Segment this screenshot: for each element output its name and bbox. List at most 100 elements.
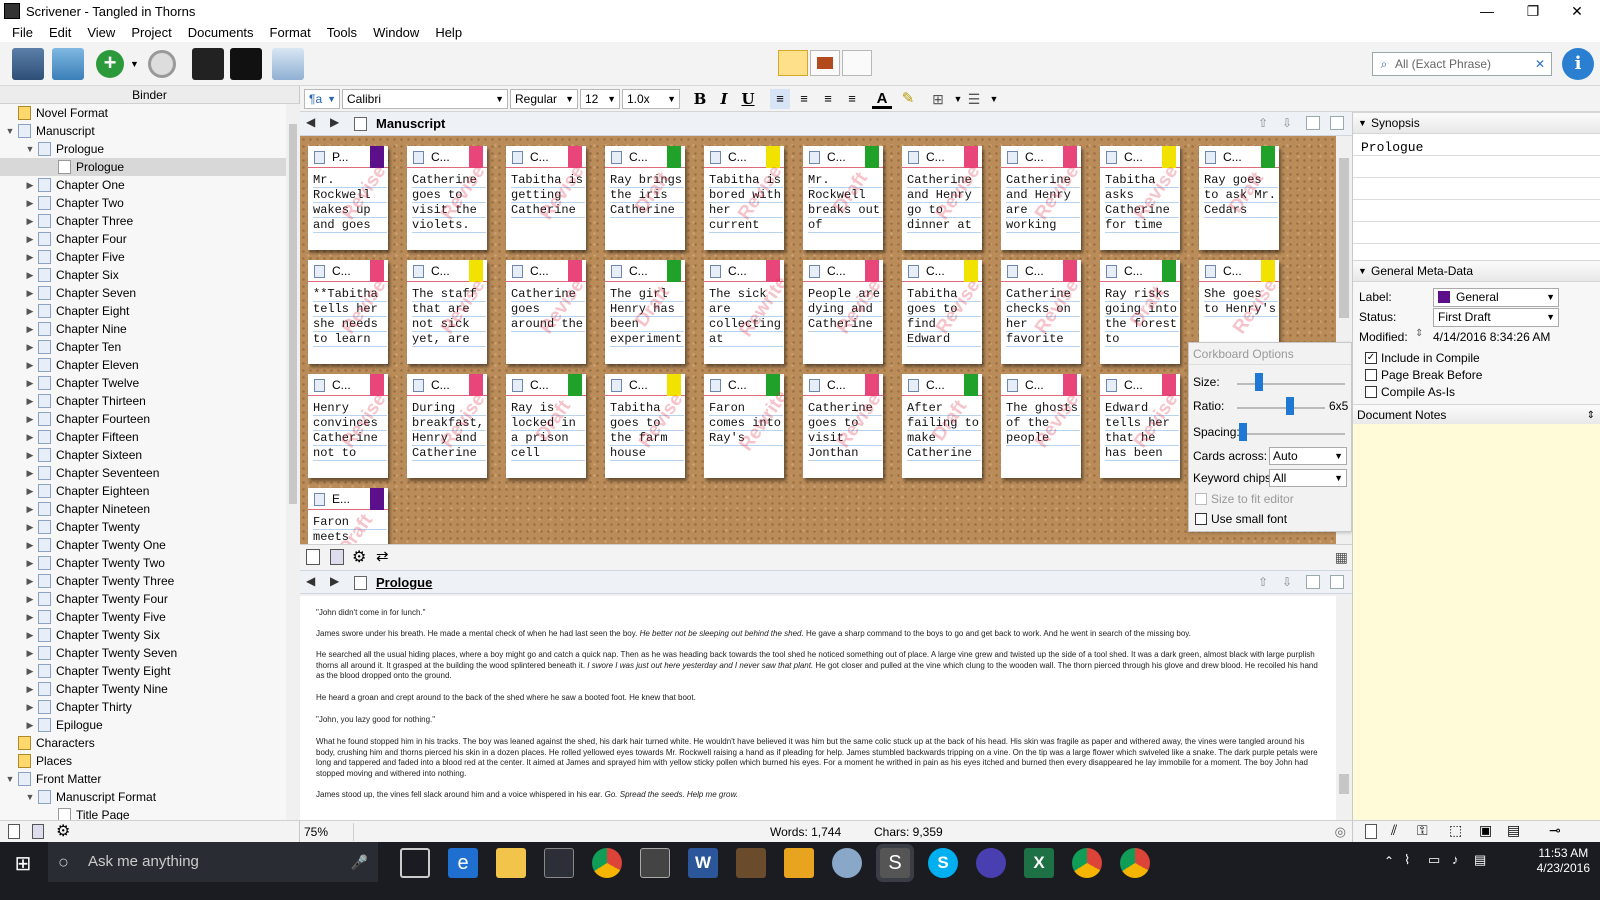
menu-file[interactable]: File	[4, 25, 41, 40]
excel-icon[interactable]: X	[1024, 848, 1054, 878]
skype-icon[interactable]: S	[928, 848, 958, 878]
index-card[interactable]: C... Catherine checks on her favorite Revi…	[1001, 260, 1081, 364]
notes-tab-icon[interactable]	[1365, 824, 1377, 839]
outliner-view-icon[interactable]	[842, 50, 872, 76]
card-title[interactable]: C...	[1124, 264, 1143, 278]
sort-arrows-icon[interactable]: ⇕	[1587, 405, 1595, 426]
collapsed-arrow-icon[interactable]: ▶	[24, 266, 36, 284]
card-title[interactable]: C...	[1025, 264, 1044, 278]
expanded-arrow-icon[interactable]: ▼	[24, 140, 36, 158]
binder-item[interactable]: ▶ Chapter Twenty Five	[0, 608, 286, 626]
cortana-search-box[interactable]: ○ Ask me anything 🎤	[48, 842, 378, 882]
expanded-arrow-icon[interactable]: ▼	[4, 770, 16, 788]
index-card[interactable]: C... The staff that are not sick yet, are…	[407, 260, 487, 364]
upper-editor-title[interactable]: Manuscript	[376, 112, 445, 136]
scrivener-taskbar-icon[interactable]: S	[880, 848, 910, 878]
back-button[interactable]: ◀	[306, 115, 315, 129]
edge-icon[interactable]: e	[448, 848, 478, 878]
collapsed-arrow-icon[interactable]: ▶	[24, 590, 36, 608]
binder-item[interactable]: ▶ Chapter Two	[0, 194, 286, 212]
quick-reference-key-icon[interactable]	[192, 48, 224, 80]
collapsed-arrow-icon[interactable]: ▶	[24, 374, 36, 392]
card-title[interactable]: C...	[332, 264, 351, 278]
binder-item[interactable]: ▶ Chapter Twenty	[0, 518, 286, 536]
store-icon[interactable]	[544, 848, 574, 878]
collapsed-arrow-icon[interactable]: ▶	[24, 482, 36, 500]
font-weight-select[interactable]: Regular ▼	[510, 89, 578, 109]
binder-item[interactable]: ▼ Manuscript Format	[0, 788, 286, 806]
binder-item[interactable]: ▶ Chapter Six	[0, 266, 286, 284]
binder-item[interactable]: ▶ Chapter Thirteen	[0, 392, 286, 410]
lower-editor-title[interactable]: Prologue	[376, 571, 432, 595]
align-left-icon[interactable]: ≡	[770, 89, 790, 109]
corkboard-options-icon[interactable]: ▦	[1335, 549, 1348, 566]
system-clock[interactable]: 11:53 AM 4/23/2016	[1537, 846, 1590, 876]
sort-arrows-icon[interactable]: ⇕	[1415, 328, 1423, 339]
collapsed-arrow-icon[interactable]: ▶	[24, 518, 36, 536]
add-document-icon[interactable]: +	[96, 50, 124, 78]
collapsed-arrow-icon[interactable]: ▶	[24, 338, 36, 356]
binder-item[interactable]: ▼ Front Matter	[0, 770, 286, 788]
maximize-editor-icon[interactable]	[1330, 116, 1344, 130]
text-color-icon[interactable]: A	[872, 89, 892, 109]
chevron-down-icon[interactable]: ▼	[984, 89, 1004, 109]
binder-item[interactable]: ▶ Chapter Three	[0, 212, 286, 230]
collapsed-arrow-icon[interactable]: ▶	[24, 356, 36, 374]
label-select[interactable]: General ▼	[1433, 288, 1559, 307]
align-justify-icon[interactable]: ≡	[818, 89, 838, 109]
index-card[interactable]: C... Tabitha goes to find Edward Revise	[902, 260, 982, 364]
gear-icon[interactable]: ⚙	[56, 821, 70, 841]
bold-button[interactable]: B	[690, 89, 710, 109]
status-select[interactable]: First Draft ▼	[1433, 308, 1559, 327]
notifications-icon[interactable]: ▤	[1474, 852, 1486, 868]
windows-start-icon[interactable]: ⊞	[0, 842, 46, 900]
binder-item[interactable]: ▶ Chapter Fifteen	[0, 428, 286, 446]
card-title[interactable]: C...	[431, 378, 450, 392]
expanded-arrow-icon[interactable]: ▼	[4, 122, 16, 140]
maximize-editor-icon[interactable]	[1330, 575, 1344, 589]
index-card[interactable]: C... Catherine and Henry are working Revis…	[1001, 146, 1081, 250]
index-card[interactable]: C... Ray brings the iris Catherine Draft	[605, 146, 685, 250]
search-clear-icon[interactable]: ✕	[1535, 57, 1551, 71]
card-title[interactable]: P...	[332, 150, 348, 164]
collapsed-arrow-icon[interactable]: ▶	[24, 194, 36, 212]
index-card[interactable]: C... Tabitha is bored with her current Rev…	[704, 146, 784, 250]
binder-item[interactable]: ▶ Chapter Nineteen	[0, 500, 286, 518]
index-card[interactable]: C... The sick are collecting at Rewrite	[704, 260, 784, 364]
index-card[interactable]: C... Mr. Rockwell breaks out of Draft	[803, 146, 883, 250]
card-title[interactable]: C...	[530, 150, 549, 164]
collapsed-arrow-icon[interactable]: ▶	[24, 500, 36, 518]
collapsed-arrow-icon[interactable]: ▶	[24, 428, 36, 446]
page-break-before-checkbox[interactable]	[1365, 369, 1377, 381]
forward-button[interactable]: ▶	[330, 574, 339, 588]
binder-item[interactable]: Prologue	[0, 158, 286, 176]
size-slider-track[interactable]	[1237, 383, 1345, 385]
delete-document-icon[interactable]	[148, 50, 176, 78]
globe-icon[interactable]	[832, 848, 862, 878]
card-title[interactable]: C...	[1223, 150, 1242, 164]
collapsed-arrow-icon[interactable]: ▶	[24, 608, 36, 626]
card-title[interactable]: C...	[827, 378, 846, 392]
card-title[interactable]: C...	[827, 150, 846, 164]
menu-tools[interactable]: Tools	[319, 25, 365, 40]
collapsed-arrow-icon[interactable]: ▶	[24, 392, 36, 410]
file-explorer-icon[interactable]	[496, 848, 526, 878]
table-icon[interactable]: ⊞	[928, 89, 948, 109]
card-title[interactable]: C...	[728, 150, 747, 164]
binder-item[interactable]: ▶ Chapter Eighteen	[0, 482, 286, 500]
lock-icon[interactable]: ⊸	[1549, 822, 1561, 839]
binder-item[interactable]: Places	[0, 752, 286, 770]
index-card[interactable]: C... Tabitha goes to the farm house Revise	[605, 374, 685, 478]
binder-item[interactable]: ▶ Chapter Twenty Four	[0, 590, 286, 608]
binder-item[interactable]: ▶ Chapter Twenty Three	[0, 572, 286, 590]
compile-icon[interactable]	[272, 48, 304, 80]
collapsed-arrow-icon[interactable]: ▶	[24, 230, 36, 248]
collapsed-arrow-icon[interactable]: ▶	[24, 410, 36, 428]
include-in-compile-checkbox[interactable]: ✓	[1365, 352, 1377, 364]
custom-metadata-tab-icon[interactable]: ⬚	[1449, 822, 1462, 839]
binder-item[interactable]: ▶ Chapter Seven	[0, 284, 286, 302]
index-card[interactable]: C... The girl Henry has been experiment Dr…	[605, 260, 685, 364]
index-card[interactable]: C... Tabitha asks Catherine for time Revis…	[1100, 146, 1180, 250]
collapsed-arrow-icon[interactable]: ▶	[24, 626, 36, 644]
search-field[interactable]: ⌕ All (Exact Phrase) ✕	[1372, 52, 1552, 76]
